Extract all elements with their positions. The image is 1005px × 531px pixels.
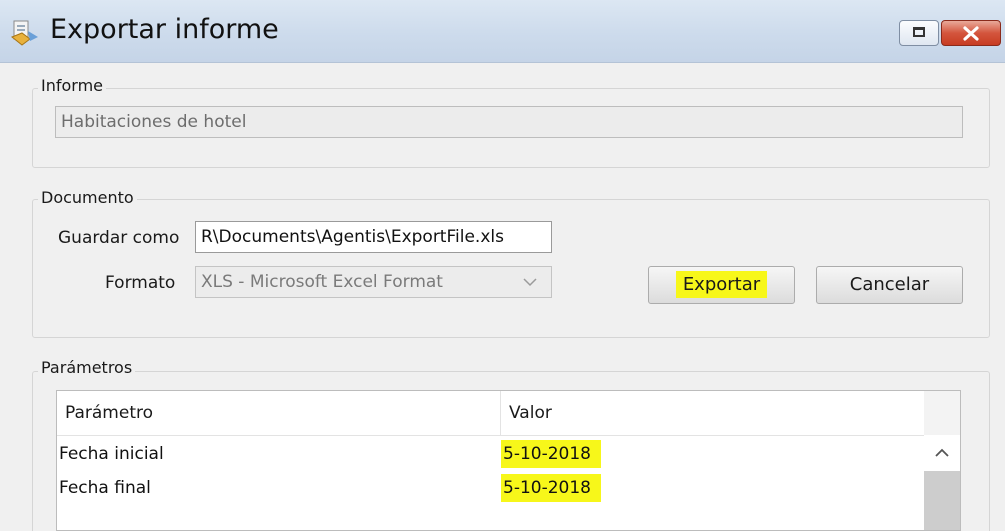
export-report-dialog: Exportar informe Informe Habitaciones de… (0, 0, 1005, 531)
row-value: 5-10-2018 (501, 474, 601, 502)
row-param: Fecha inicial (59, 444, 164, 464)
cancel-button[interactable]: Cancelar (816, 266, 963, 304)
format-select[interactable]: XLS - Microsoft Excel Format (195, 266, 552, 298)
table-header: Parámetro Valor (57, 391, 925, 436)
vertical-scrollbar[interactable] (924, 391, 960, 530)
report-name-field: Habitaciones de hotel (55, 106, 963, 138)
window-title: Exportar informe (50, 14, 279, 45)
close-icon (963, 26, 979, 41)
export-app-icon (11, 20, 38, 46)
column-header-parametro[interactable]: Parámetro (57, 391, 501, 435)
format-label: Formato (105, 273, 176, 293)
title-bar[interactable]: Exportar informe (0, 0, 1005, 63)
restore-button[interactable] (899, 20, 939, 46)
close-button[interactable] (941, 20, 1001, 46)
scrollbar-header-pad (924, 391, 960, 435)
chevron-up-icon (935, 448, 949, 457)
parametros-group-label: Parámetros (38, 359, 136, 377)
row-param: Fecha final (59, 478, 151, 498)
export-button-label: Exportar (675, 271, 768, 298)
table-row[interactable]: Fecha inicial 5-10-2018 (57, 437, 925, 471)
column-header-valor[interactable]: Valor (501, 391, 925, 435)
table-row[interactable]: Fecha final 5-10-2018 (57, 471, 925, 505)
row-value-cell[interactable]: 5-10-2018 (501, 437, 601, 471)
format-value: XLS - Microsoft Excel Format (201, 272, 443, 292)
save-as-value: R\Documents\Agentis\ExportFile.xls (201, 227, 504, 247)
save-as-input[interactable]: R\Documents\Agentis\ExportFile.xls (195, 221, 552, 253)
restore-icon (913, 27, 925, 37)
row-value: 5-10-2018 (501, 440, 601, 468)
parameters-table: Parámetro Valor Fecha inicial 5-10-2018 … (56, 390, 961, 531)
scroll-up-button[interactable] (924, 435, 960, 469)
documento-group-label: Documento (38, 189, 137, 207)
scrollbar-thumb[interactable] (924, 471, 960, 530)
informe-group-label: Informe (38, 77, 107, 95)
save-as-label: Guardar como (58, 228, 180, 248)
export-button[interactable]: Exportar (648, 266, 795, 304)
row-value-cell[interactable]: 5-10-2018 (501, 471, 601, 505)
chevron-down-icon (523, 278, 537, 287)
